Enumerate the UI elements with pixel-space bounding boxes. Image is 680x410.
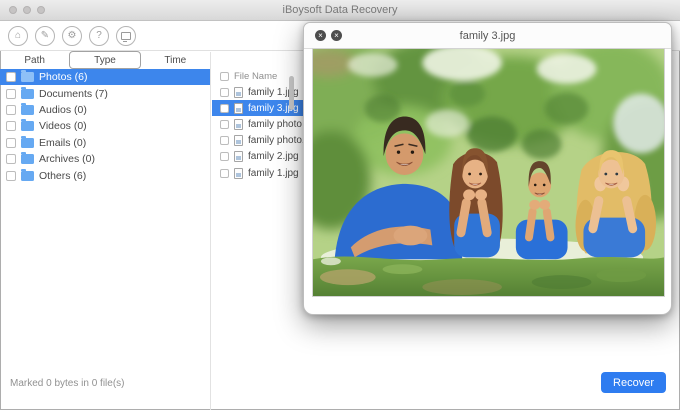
checkbox[interactable] [6,121,16,131]
home-icon[interactable]: ⌂ [8,26,28,46]
image-file-icon [234,119,243,130]
folder-icon [21,154,34,164]
sidebar-item-audios[interactable]: Audios (0) [0,102,210,118]
recover-button[interactable]: Recover [601,372,666,393]
preview-window: × × family 3.jpg [303,22,672,315]
checkbox[interactable] [220,88,229,97]
checkbox[interactable] [220,152,229,161]
category-list: Photos (6) Documents (7) Audios (0) Vide… [0,69,210,184]
image-file-icon [234,168,243,179]
family-photo-illustration [313,49,664,296]
checkbox[interactable] [220,120,229,129]
window-title: iBoysoft Data Recovery [283,4,398,16]
traffic-lights [9,6,45,14]
folder-icon [21,171,34,181]
image-file-icon [234,135,243,146]
file-name: family 1.jpg [248,168,299,179]
checkbox[interactable] [220,136,229,145]
image-file-icon [234,103,243,114]
app-window: iBoysoft Data Recovery ⌂ ✎ ⚙ ? Path Type… [0,0,680,410]
sidebar-item-label: Documents (7) [39,88,108,100]
edit-icon[interactable]: ✎ [35,26,55,46]
preview-close-all-icon[interactable]: × [331,30,342,41]
preview-photo [312,48,665,297]
display-icon[interactable] [116,26,136,46]
image-file-icon [234,87,243,98]
folder-icon [21,138,34,148]
checkbox[interactable] [6,105,16,115]
sidebar-item-documents[interactable]: Documents (7) [0,85,210,101]
settings-icon[interactable]: ⚙ [62,26,82,46]
sidebar-item-label: Videos (0) [39,120,87,132]
sidebar-item-others[interactable]: Others (6) [0,167,210,183]
file-name: family 2.jpg [248,151,299,162]
zoom-button[interactable] [37,6,45,14]
checkbox[interactable] [220,169,229,178]
tab-time[interactable]: Time [141,52,210,69]
checkbox[interactable] [6,154,16,164]
help-icon[interactable]: ? [89,26,109,46]
checkbox[interactable] [220,104,229,113]
sidebar-item-label: Others (6) [39,170,86,182]
minimize-button[interactable] [23,6,31,14]
tab-type[interactable]: Type [69,51,140,69]
panel-divider [210,52,211,410]
tab-path[interactable]: Path [0,52,69,69]
column-header-file-name: File Name [234,71,277,82]
sidebar-tabbar: Path Type Time [0,52,210,69]
status-text: Marked 0 bytes in 0 file(s) [10,378,125,389]
checkbox[interactable] [6,171,16,181]
scrollbar[interactable] [289,76,294,110]
image-file-icon [234,151,243,162]
sidebar-item-photos[interactable]: Photos (6) [0,69,210,85]
preview-close-icon[interactable]: × [315,30,326,41]
folder-icon [21,105,34,115]
checkbox[interactable] [6,138,16,148]
sidebar-item-label: Audios (0) [39,104,87,116]
folder-icon [21,89,34,99]
sidebar-item-label: Photos (6) [39,71,87,83]
checkbox[interactable] [6,89,16,99]
preview-title: family 3.jpg [460,30,516,42]
display-icon-glyph [121,32,131,40]
sidebar-item-emails[interactable]: Emails (0) [0,135,210,151]
checkbox[interactable] [6,72,16,82]
sidebar-item-label: Archives (0) [39,153,95,165]
main-titlebar: iBoysoft Data Recovery [0,0,680,21]
sidebar-item-archives[interactable]: Archives (0) [0,151,210,167]
select-all-checkbox[interactable] [220,72,229,81]
sidebar-item-videos[interactable]: Videos (0) [0,118,210,134]
folder-icon [21,72,34,82]
close-button[interactable] [9,6,17,14]
preview-titlebar: × × family 3.jpg [304,23,671,49]
sidebar-item-label: Emails (0) [39,137,86,149]
folder-icon [21,121,34,131]
